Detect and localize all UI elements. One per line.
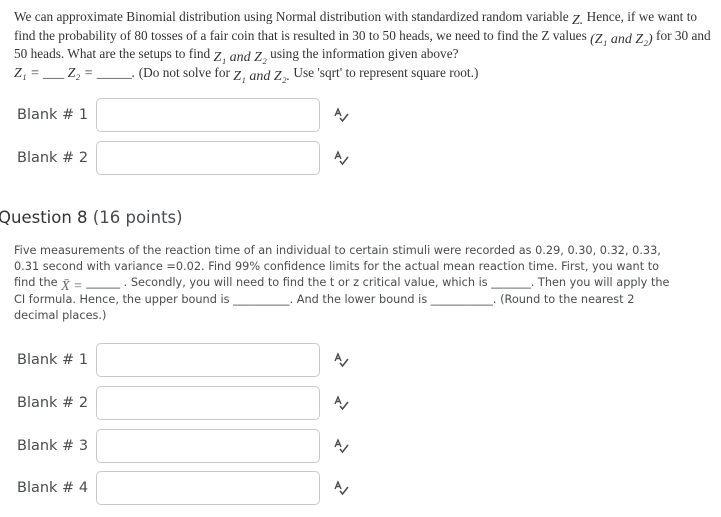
q7-text-part: Use 'sqrt' to represent square root.) bbox=[290, 64, 479, 80]
q8-blank-3-input[interactable] bbox=[96, 429, 320, 463]
q7-blank-2-input[interactable] bbox=[96, 141, 320, 175]
question-8-text: Five measurements of the reaction time o… bbox=[14, 243, 674, 324]
blank-label: Blank # 4 bbox=[17, 480, 89, 496]
spellcheck-icon[interactable] bbox=[332, 351, 350, 369]
q7-text-part: We can approximate Binomial distribution… bbox=[14, 9, 573, 24]
q7-blank-1-input[interactable] bbox=[96, 98, 320, 132]
spellcheck-icon[interactable] bbox=[332, 394, 350, 412]
question-7-text: We can approximate Binomial distribution… bbox=[14, 8, 714, 84]
q8-blank-4-row: Blank # 4 bbox=[17, 469, 350, 507]
math-z1-z2: Z₁ and Z₂ bbox=[213, 50, 267, 65]
q8-blank-3-row: Blank # 3 bbox=[17, 427, 350, 465]
q7-blank-2-row: Blank # 2 bbox=[17, 139, 350, 177]
q8-blank-2-row: Blank # 2 bbox=[17, 384, 350, 422]
q8-blank-2-input[interactable] bbox=[96, 386, 320, 420]
spellcheck-icon[interactable] bbox=[332, 106, 350, 124]
question-points: (16 points) bbox=[92, 208, 183, 227]
q8-blank-1-input[interactable] bbox=[96, 343, 320, 377]
blank-label: Blank # 1 bbox=[17, 107, 89, 123]
question-title: Question 8 bbox=[0, 208, 88, 227]
math-setup: Z₁ = ___ Z₂ = _____. bbox=[14, 65, 139, 81]
q7-blank-1-row: Blank # 1 bbox=[17, 96, 350, 134]
math-z1-z2: Z₁ and Z₂. bbox=[233, 68, 291, 84]
q8-blank-4-input[interactable] bbox=[96, 471, 320, 505]
blank-label: Blank # 2 bbox=[17, 395, 89, 411]
blank-label: Blank # 1 bbox=[17, 352, 89, 368]
math-xbar: X̄ = bbox=[61, 279, 87, 295]
question-8-title: Question 8 (16 points) bbox=[0, 208, 183, 227]
q7-text-part: (Do not solve for bbox=[138, 64, 234, 80]
math-z: Z. bbox=[572, 13, 584, 28]
q7-text-part: using the information given above? bbox=[266, 46, 459, 61]
blank-label: Blank # 3 bbox=[17, 438, 89, 454]
spellcheck-icon[interactable] bbox=[332, 437, 350, 455]
q8-blank-1-row: Blank # 1 bbox=[17, 341, 350, 379]
spellcheck-icon[interactable] bbox=[332, 479, 350, 497]
spellcheck-icon[interactable] bbox=[332, 149, 350, 167]
q8-text-part: ______ . Secondly, you will need to find… bbox=[14, 276, 670, 322]
math-z1-z2: (Z₁ and Z₂) bbox=[590, 31, 653, 47]
blank-label: Blank # 2 bbox=[17, 150, 89, 166]
